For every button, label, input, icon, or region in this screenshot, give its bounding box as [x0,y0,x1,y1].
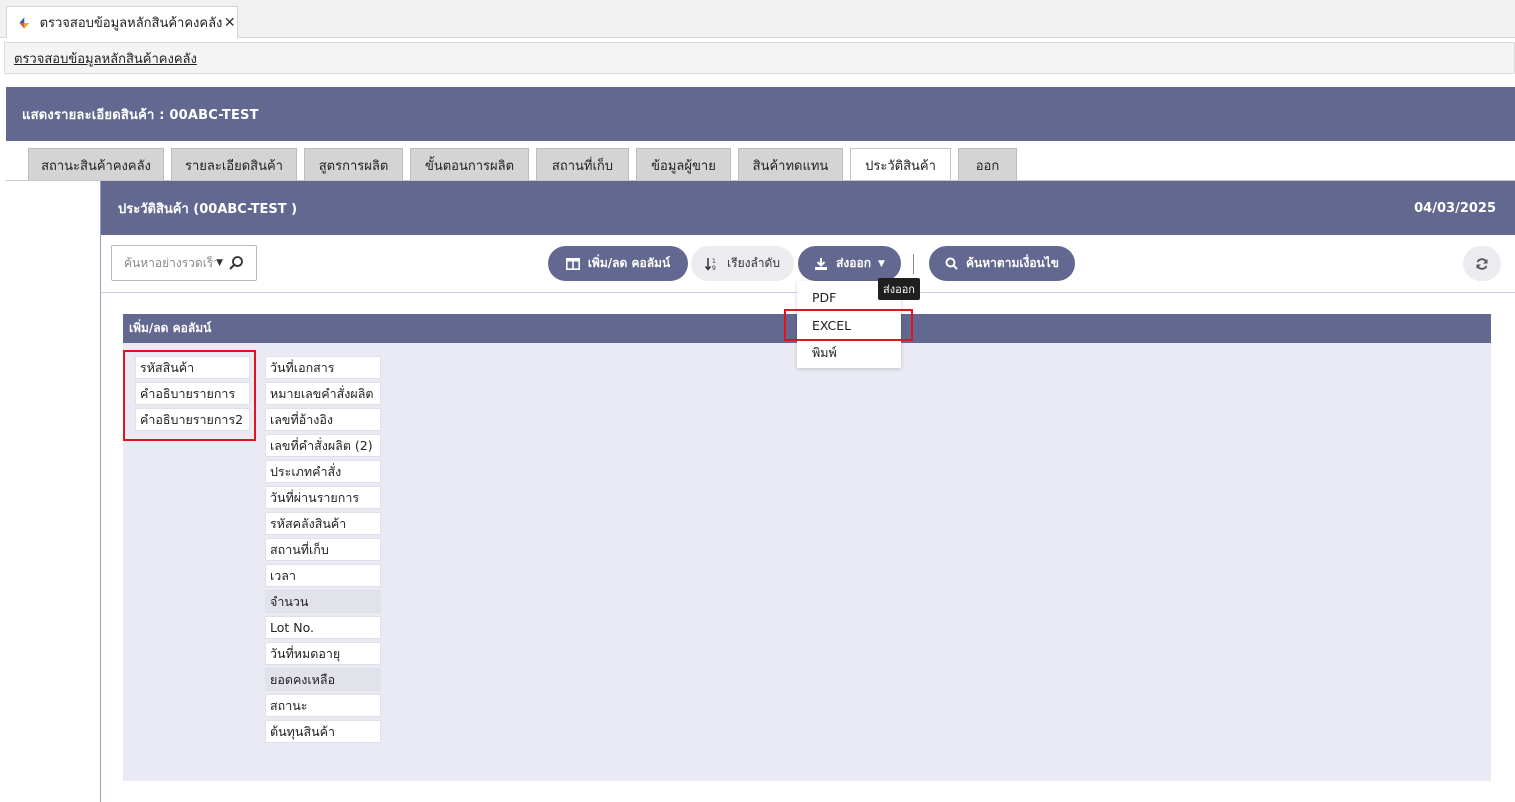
toolbar-divider [913,254,914,274]
available-column-item[interactable]: รหัสคลังสินค้า [265,512,381,535]
svg-text:9: 9 [712,265,716,271]
export-button-label: ส่งออก [836,256,871,270]
export-tooltip: ส่งออก [878,278,920,300]
available-column-item[interactable]: ประเภทคำสั่ง [265,460,381,483]
download-icon [815,257,828,270]
search-icon [945,257,958,270]
selected-columns-highlight [123,350,256,441]
close-tab-icon[interactable]: ✕ [222,15,237,31]
column-chooser: เพิ่ม/ลด คอลัมน์ รหัสสินค้า คำอธิบายรายก… [123,314,1491,781]
available-column-item[interactable]: เวลา [265,564,381,587]
refresh-icon [1476,257,1488,270]
available-column-item[interactable]: สถานะ [265,694,381,717]
tab-item-details[interactable]: รายละเอียดสินค้า [171,148,297,181]
columns-button[interactable]: เพิ่ม/ลด คอลัมน์ [548,246,688,281]
tab-locations[interactable]: สถานที่เก็บ [536,148,629,181]
history-panel: ประวัติสินค้า (00ABC-TEST ) 04/03/2025 ค… [100,181,1515,802]
available-column-item[interactable]: หมายเลขคำสั่งผลิต [265,382,381,405]
available-column-item[interactable]: ต้นทุนสินค้า [265,720,381,743]
quick-search-input[interactable]: ค้นหาอย่างรวดเร็ว ▼ [111,245,257,281]
columns-button-label: เพิ่ม/ลด คอลัมน์ [587,256,671,270]
tab-vendor-info[interactable]: ข้อมูลผู้ขาย [636,148,731,181]
excel-highlight [784,309,913,341]
print-option[interactable]: พิมพ์ [797,339,901,367]
chevron-down-icon: ▼ [877,258,885,269]
page-title: แสดงรายละเอียดสินค้า : 00ABC-TEST [6,87,1515,141]
tab-inventory-status[interactable]: สถานะสินค้าคงคลัง [28,148,164,181]
tab-item-history[interactable]: ประวัติสินค้า [850,148,951,181]
window-tab-strip: ตรวจสอบข้อมูลหลักสินค้าคงคลัง ✕ [0,0,1515,38]
available-column-item[interactable]: เลขที่อ้างอิง [265,408,381,431]
refresh-button[interactable] [1463,246,1501,281]
quick-search-placeholder: ค้นหาอย่างรวดเร็ว [124,255,217,270]
available-column-item[interactable]: จำนวน [265,590,381,613]
sort-button-label: เรียงลำดับ [727,256,780,270]
panel-header: ประวัติสินค้า (00ABC-TEST ) 04/03/2025 [101,181,1515,235]
available-column-item[interactable]: ยอดคงเหลือ [265,668,381,691]
caret-down-icon[interactable]: ▼ [216,258,223,268]
search-icon[interactable] [228,255,244,271]
export-button[interactable]: ส่งออก ▼ [798,246,901,281]
columns-icon [565,257,580,270]
available-column-item[interactable]: สถานที่เก็บ [265,538,381,561]
tab-exit[interactable]: ออก [958,148,1017,181]
tab-substitutes[interactable]: สินค้าทดแทน [738,148,843,181]
sort-icon: 1 9 [705,257,716,271]
tab-bom[interactable]: สูตรการผลิต [304,148,403,181]
panel-title: ประวัติสินค้า (00ABC-TEST ) [118,201,298,217]
available-column-item[interactable]: วันที่เอกสาร [265,356,381,379]
available-column-item[interactable]: Lot No. [265,616,381,639]
available-column-item[interactable]: วันที่ผ่านรายการ [265,486,381,509]
sort-button[interactable]: 1 9 เรียงลำดับ [691,246,794,281]
available-column-item[interactable]: เลขที่คำสั่งผลิต (2) [265,434,381,457]
breadcrumb: ตรวจสอบข้อมูลหลักสินค้าคงคลัง [4,42,1515,74]
svg-text:1: 1 [712,258,716,265]
app-tab-title: ตรวจสอบข้อมูลหลักสินค้าคงคลัง [39,16,223,31]
tab-routing[interactable]: ขั้นตอนการผลิต [410,148,529,181]
detail-tabs: สถานะสินค้าคงคลัง รายละเอียดสินค้า สูตรก… [28,148,1024,181]
app-logo-icon [19,16,30,29]
advanced-search-label: ค้นหาตามเงื่อนไข [966,256,1059,270]
panel-date: 04/03/2025 [1414,200,1496,216]
available-column-item[interactable]: วันที่หมดอายุ [265,642,381,665]
breadcrumb-link[interactable]: ตรวจสอบข้อมูลหลักสินค้าคงคลัง [14,48,197,69]
app-tab[interactable]: ตรวจสอบข้อมูลหลักสินค้าคงคลัง ✕ [6,6,238,38]
advanced-search-button[interactable]: ค้นหาตามเงื่อนไข [929,246,1075,281]
